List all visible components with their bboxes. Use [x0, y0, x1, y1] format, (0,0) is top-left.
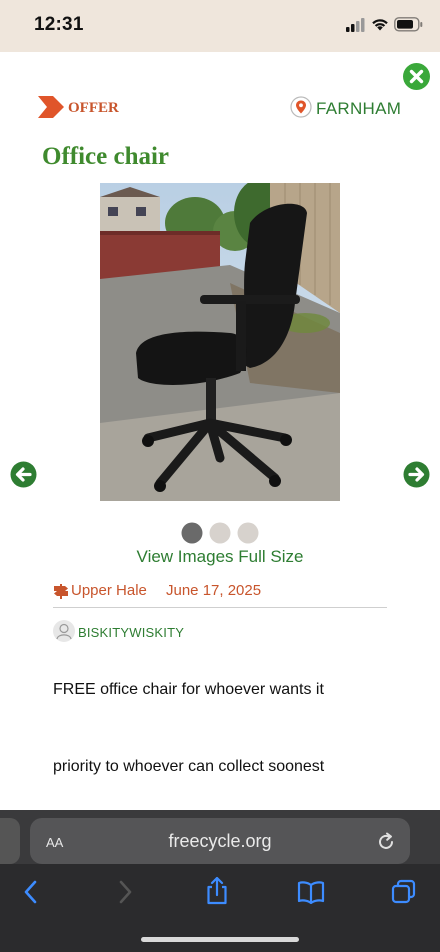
username-link[interactable]: BISKITYWISKITY: [78, 625, 184, 640]
forward-icon[interactable]: [114, 878, 136, 906]
status-time: 12:31: [34, 14, 84, 35]
description-line: priority to whoever can collect soonest: [53, 758, 325, 775]
tabs-icon[interactable]: [391, 879, 417, 905]
description-line: FREE office chair for whoever wants it: [53, 681, 324, 698]
offer-chevron-icon: [38, 96, 64, 118]
listing-date: June 17, 2025: [166, 582, 262, 599]
home-indicator[interactable]: [141, 937, 299, 942]
url-text[interactable]: freecycle.org: [30, 831, 410, 852]
arrow-left-icon: [10, 461, 37, 488]
arrow-right-icon: [403, 461, 430, 488]
battery-icon: [394, 17, 423, 32]
user-icon: [56, 623, 72, 640]
close-button[interactable]: [403, 63, 430, 90]
pager-dot[interactable]: [237, 522, 259, 544]
signpost-icon: [54, 584, 68, 599]
pager-dot[interactable]: [209, 522, 231, 544]
listing-area[interactable]: Upper Hale: [71, 582, 147, 599]
listing-title: Office chair: [42, 143, 170, 170]
wifi-icon: [372, 19, 388, 31]
signal-icon: [346, 18, 365, 32]
share-icon[interactable]: [204, 876, 230, 906]
view-full-size-link[interactable]: View Images Full Size: [0, 547, 440, 567]
location-pin-icon: [290, 96, 312, 118]
previous-tab-preview[interactable]: [0, 818, 20, 864]
close-icon: [409, 69, 424, 84]
location-label[interactable]: FARNHAM: [316, 99, 401, 119]
reload-icon[interactable]: [375, 831, 397, 853]
listing-type-label: OFFER: [68, 100, 119, 116]
avatar[interactable]: [53, 620, 75, 642]
previous-image-button[interactable]: [10, 461, 37, 493]
bookmarks-icon[interactable]: [297, 880, 325, 904]
pager-dot-active[interactable]: [181, 522, 203, 544]
listing-photo[interactable]: [100, 183, 340, 501]
divider: [53, 607, 387, 608]
image-pager: [181, 522, 261, 549]
back-icon[interactable]: [20, 878, 42, 906]
next-image-button[interactable]: [403, 461, 430, 493]
